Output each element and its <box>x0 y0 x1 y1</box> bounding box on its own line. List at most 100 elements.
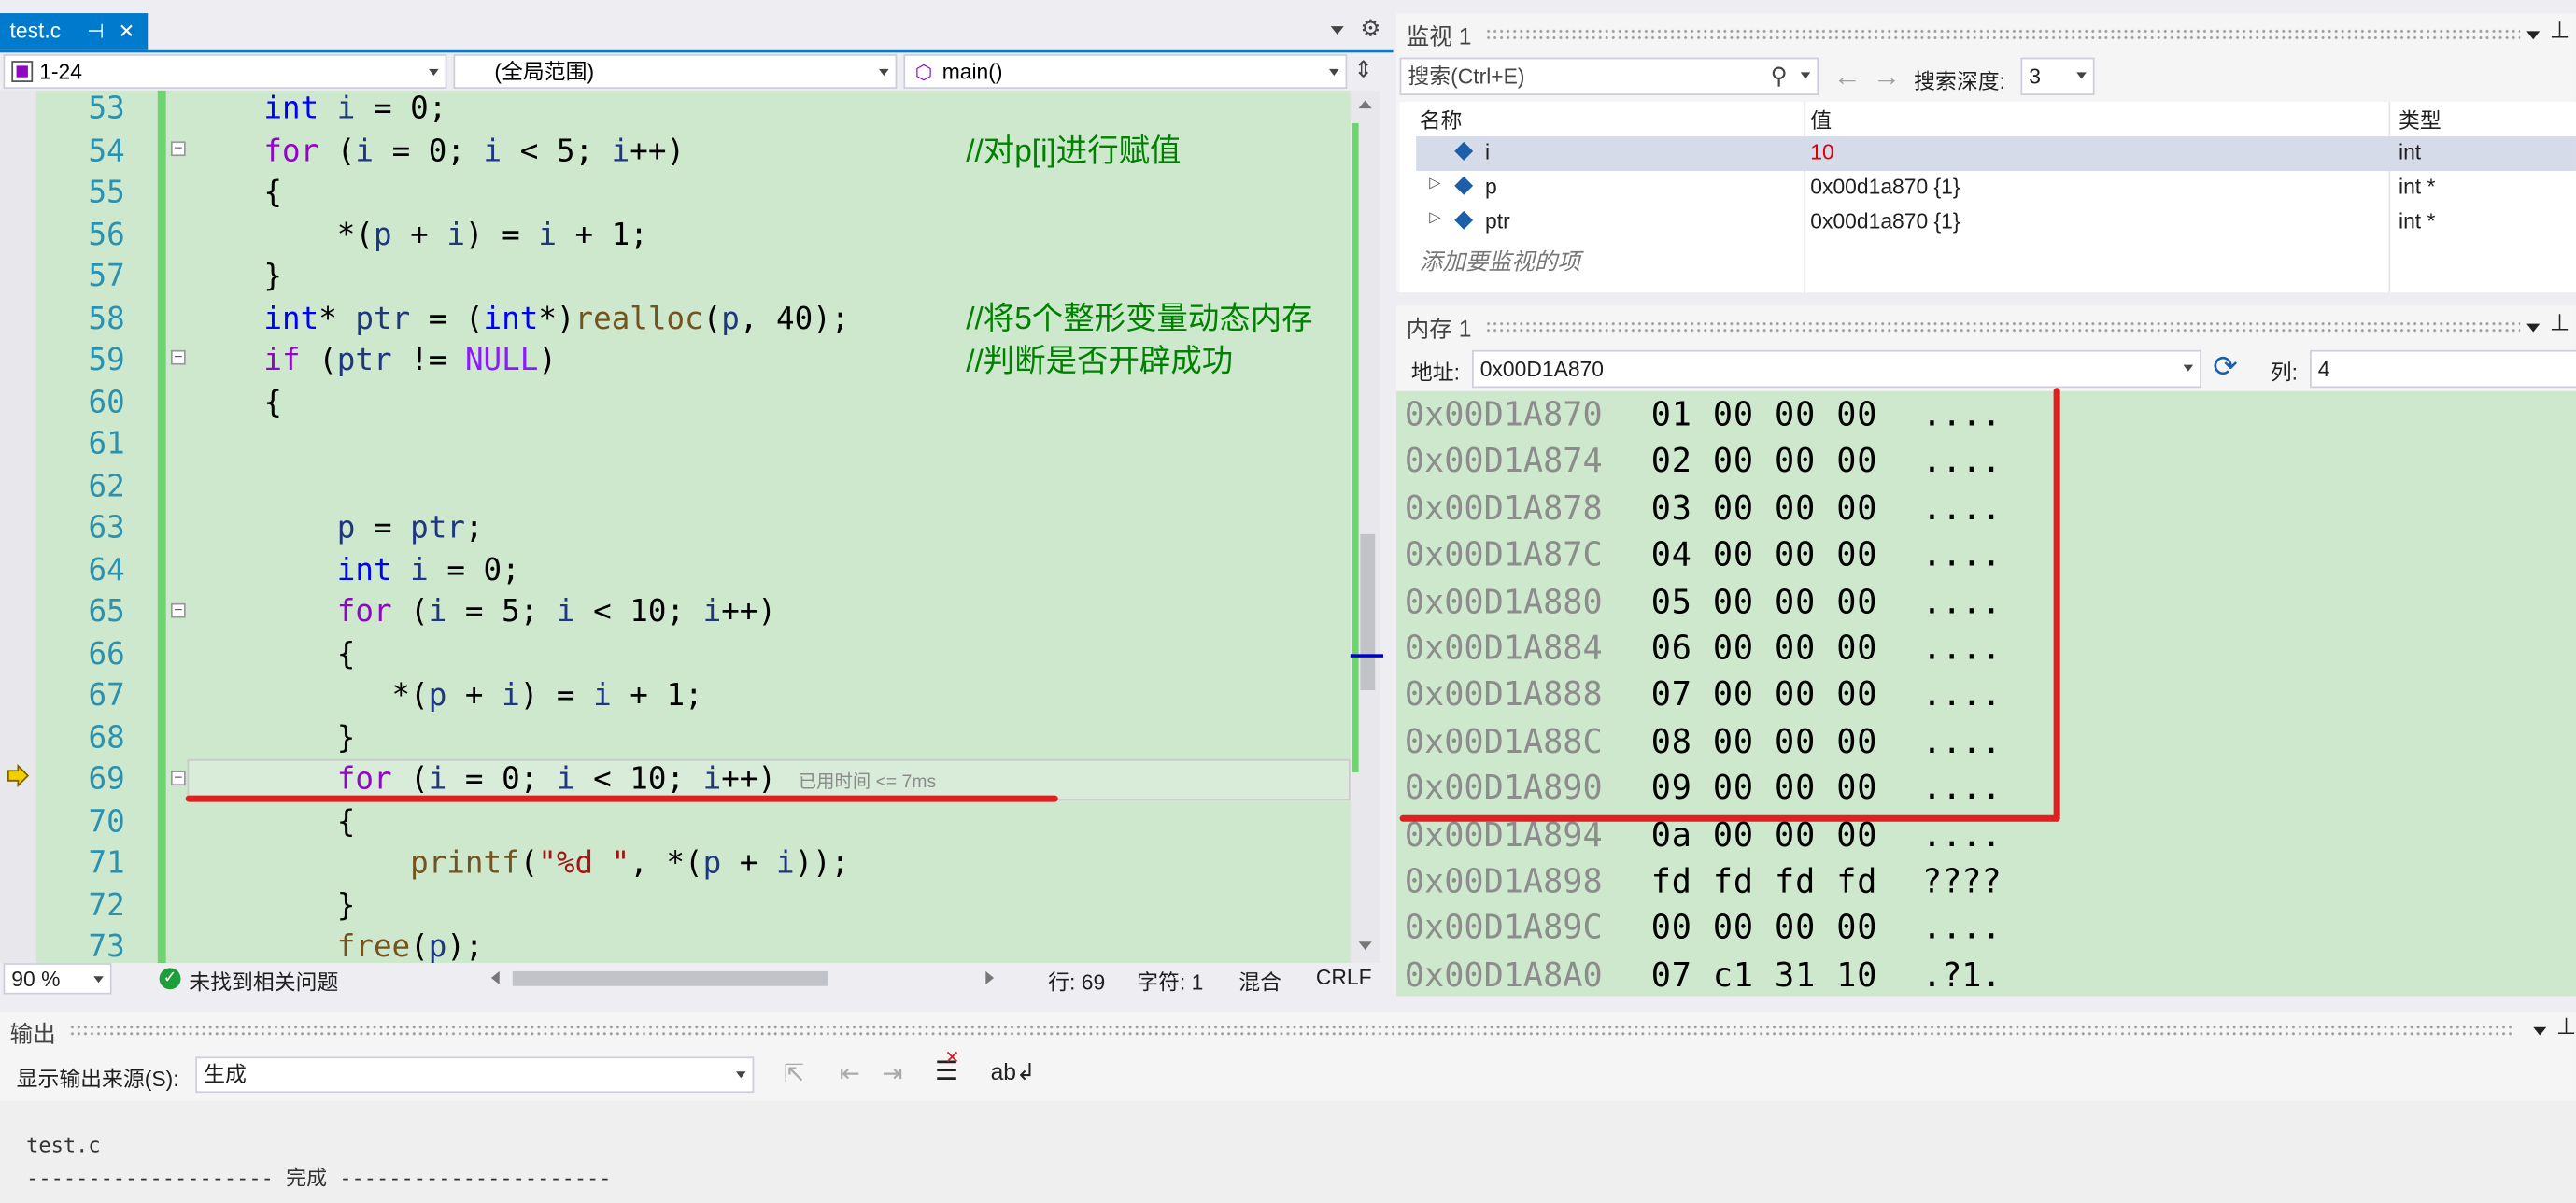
memory-row[interactable]: 0x00D1A870 01 00 00 00.... <box>1396 391 2576 438</box>
table-row[interactable]: i 10 int <box>1416 136 2576 171</box>
memory-row[interactable]: 0x00D1A8A0 07 c1 31 10 .?1. <box>1396 951 2576 996</box>
memory-bytes[interactable]: 01 00 00 00 <box>1651 391 1878 438</box>
panel-menu-icon[interactable] <box>2526 323 2541 333</box>
chevron-down-icon <box>1800 72 1811 79</box>
zoom-dropdown[interactable]: 90 % <box>3 963 112 995</box>
memory-row[interactable]: 0x00D1A898 fd fd fd fd???? <box>1396 858 2576 905</box>
global-scope-dropdown[interactable]: (全局范围) <box>453 54 898 90</box>
scroll-down-icon[interactable] <box>1358 941 1372 951</box>
editor-tab[interactable]: test.c ⊣ ✕ <box>0 13 149 50</box>
close-icon[interactable]: ✕ <box>119 13 135 50</box>
watch-row-value: 10 <box>1810 139 1834 164</box>
refresh-icon[interactable]: ⟳ <box>2213 350 2238 385</box>
fold-marker[interactable]: − <box>170 770 186 786</box>
memory-bytes[interactable]: 02 00 00 00 <box>1651 438 1878 485</box>
pin-icon[interactable]: ⊥ <box>2550 309 2569 337</box>
memory-bytes[interactable]: fd fd fd fd <box>1651 858 1878 905</box>
clear-all-icon[interactable]: ☰ ✕ <box>935 1049 960 1088</box>
memory-bytes[interactable]: 07 c1 31 10 <box>1651 951 1878 996</box>
search-icon[interactable]: ⚲ <box>1771 59 1788 93</box>
memory-address: 0x00D1A89C <box>1404 907 1603 948</box>
word-wrap-icon[interactable]: ab↲ <box>991 1058 1036 1086</box>
output-source-dropdown[interactable]: 生成 <box>195 1056 755 1094</box>
pin-icon[interactable]: ⊥ <box>2550 17 2569 45</box>
code-line-55: { <box>191 176 283 211</box>
memory-bytes[interactable]: 06 00 00 00 <box>1651 625 1878 672</box>
memory-ascii: ???? <box>1921 861 2002 901</box>
annotation-bracket-bottom <box>1399 814 2060 822</box>
col-header-type[interactable]: 类型 <box>2399 104 2442 134</box>
expand-icon[interactable]: ▷ <box>1429 175 1440 192</box>
editor-vertical-scrollbar[interactable] <box>1350 90 1383 964</box>
function-dropdown[interactable]: ⬡ main() <box>903 54 1348 90</box>
fold-marker[interactable]: − <box>170 602 186 618</box>
memory-row[interactable]: 0x00D1A878 03 00 00 00.... <box>1396 485 2576 531</box>
add-watch-item[interactable]: 添加要监视的项 <box>1420 245 1580 277</box>
col-header-value[interactable]: 值 <box>1810 104 1832 134</box>
scroll-thumb[interactable] <box>1360 533 1376 691</box>
horizontal-scroll-thumb[interactable] <box>512 970 828 986</box>
memory-row[interactable]: 0x00D1A884 06 00 00 00.... <box>1396 625 2576 672</box>
project-scope-dropdown[interactable]: 1-24 <box>3 54 447 90</box>
memory-row[interactable]: 0x00D1A87C 04 00 00 00.... <box>1396 531 2576 578</box>
memory-bytes[interactable]: 03 00 00 00 <box>1651 485 1878 531</box>
memory-ascii: .... <box>1921 628 2002 668</box>
goto-source-icon[interactable]: ⇱ <box>784 1058 804 1088</box>
code-line-63: p = ptr; <box>336 511 484 546</box>
watch-search-input[interactable]: 搜索(Ctrl+E) ⚲ <box>1399 57 1819 96</box>
cube-icon: ⬡ <box>914 61 933 84</box>
code-area[interactable]: 53 54 55 56 57 58 59 60 61 62 63 64 65 66 67 68 69 70 71 72… <box>0 90 1351 964</box>
memory-bytes[interactable]: 00 00 00 00 <box>1651 904 1878 951</box>
next-message-icon[interactable]: ⇥ <box>883 1058 903 1088</box>
back-arrow-icon[interactable]: ← <box>1833 61 1861 93</box>
memory-grid[interactable]: 0x00D1A870 01 00 00 00.... 0x00D1A874 02 00… <box>1396 390 2576 997</box>
prev-message-icon[interactable]: ⇤ <box>840 1058 860 1088</box>
line-number: 72 <box>88 888 125 924</box>
panel-menu-icon[interactable] <box>2533 1026 2547 1036</box>
line-number: 68 <box>88 720 125 756</box>
memory-row[interactable]: 0x00D1A874 02 00 00 00.... <box>1396 438 2576 485</box>
memory-bytes[interactable]: 08 00 00 00 <box>1651 718 1878 765</box>
pin-icon[interactable]: ⊥ <box>2556 1012 2576 1040</box>
table-row[interactable]: ▷ ptr 0x00d1a870 {1} int * <box>1416 205 2576 240</box>
issues-status[interactable]: 未找到相关问题 <box>189 965 338 996</box>
col-header-name[interactable]: 名称 <box>1420 104 1463 134</box>
address-value: 0x00D1A870 <box>1479 356 1604 382</box>
memory-row[interactable]: 0x00D1A890 09 00 00 00.... <box>1396 765 2576 812</box>
hscroll-right-icon[interactable] <box>985 970 995 985</box>
memory-row[interactable]: 0x00D1A89C 00 00 00 00.... <box>1396 904 2576 951</box>
hscroll-left-icon[interactable] <box>490 970 500 985</box>
output-text-area[interactable]: test.c -------------------- 完成 ---------… <box>0 1100 2576 1203</box>
tab-list-dropdown-icon[interactable] <box>1330 26 1344 35</box>
gear-icon[interactable]: ⚙ <box>1360 15 1380 43</box>
memory-row[interactable]: 0x00D1A888 07 00 00 00.... <box>1396 672 2576 718</box>
address-input[interactable]: 0x00D1A870 <box>1471 349 2201 389</box>
memory-address: 0x00D1A874 <box>1404 441 1603 481</box>
split-icon[interactable]: ⇕ <box>1353 56 1373 84</box>
panel-menu-icon[interactable] <box>2526 31 2541 40</box>
search-depth-dropdown[interactable]: 3 <box>2020 57 2095 96</box>
memory-row[interactable]: 0x00D1A88C 08 00 00 00.... <box>1396 718 2576 765</box>
table-row[interactable]: ▷ p 0x00d1a870 {1} int * <box>1416 171 2576 205</box>
memory-pane: 内存 1 ⊥ 地址: 0x00D1A870 ⟳ 列: 4 0x00D1A870 0… <box>1396 305 2576 997</box>
scroll-up-icon[interactable] <box>1358 100 1372 109</box>
forward-arrow-icon[interactable]: → <box>1873 61 1901 93</box>
code-line-57: } <box>191 260 283 294</box>
line-number: 59 <box>88 343 125 378</box>
fold-marker[interactable]: − <box>170 140 186 157</box>
expand-icon[interactable]: ▷ <box>1429 208 1440 226</box>
fold-marker[interactable]: − <box>170 349 186 365</box>
memory-bytes[interactable]: 07 00 00 00 <box>1651 672 1878 718</box>
pin-icon[interactable]: ⊣ <box>87 13 104 50</box>
memory-row[interactable]: 0x00D1A880 05 00 00 00.... <box>1396 578 2576 625</box>
memory-ascii: .... <box>1921 768 2002 808</box>
memory-bytes[interactable]: 04 00 00 00 <box>1651 531 1878 578</box>
memory-bytes[interactable]: 09 00 00 00 <box>1651 765 1878 812</box>
execution-pointer-icon <box>7 763 30 788</box>
memory-ascii: .?1. <box>1921 954 2002 995</box>
chevron-down-icon <box>2183 364 2194 372</box>
columns-input[interactable]: 4 <box>2310 349 2576 389</box>
code-line-64: int i = 0; <box>336 553 520 588</box>
memory-address: 0x00D1A888 <box>1404 674 1603 715</box>
memory-bytes[interactable]: 05 00 00 00 <box>1651 578 1878 625</box>
